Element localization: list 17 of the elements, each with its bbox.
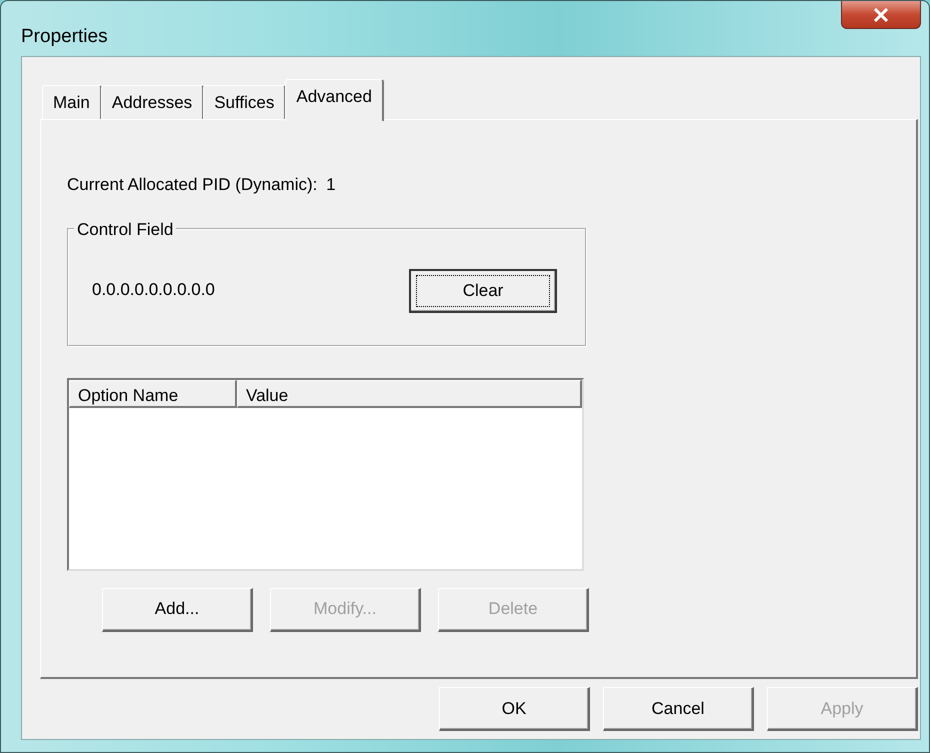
tab[interactable]: Advanced — [285, 79, 384, 121]
dialog-button[interactable]: OK — [439, 687, 590, 731]
pid-value: 1 — [326, 175, 336, 194]
close-button[interactable] — [841, 1, 921, 29]
dialog-button[interactable]: Add... — [102, 588, 253, 632]
tab[interactable]: Main — [42, 85, 102, 119]
control-field-value: 0.0.0.0.0.0.0.0.0 — [92, 278, 215, 300]
column-header[interactable]: Value — [237, 380, 582, 408]
close-icon — [873, 8, 889, 22]
clear-button[interactable]: Clear — [409, 268, 557, 312]
tab[interactable]: Suffices — [203, 85, 286, 119]
options-list[interactable]: Option Name Value — [67, 378, 584, 570]
tab[interactable]: Addresses — [100, 85, 204, 119]
dialog-button[interactable]: Cancel — [603, 687, 754, 731]
pid-label: Current Allocated PID (Dynamic): — [67, 175, 318, 194]
window-title: Properties — [21, 25, 108, 49]
column-header[interactable]: Option Name — [69, 380, 237, 408]
